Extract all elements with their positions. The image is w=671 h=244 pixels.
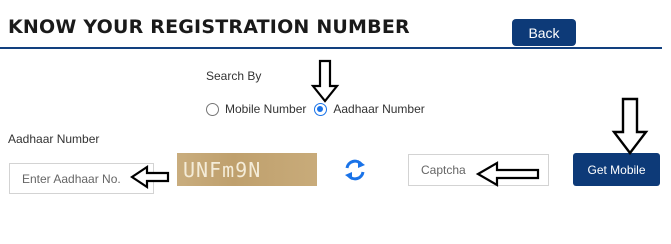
back-button[interactable]: Back — [512, 19, 576, 46]
arrow-icon — [130, 164, 170, 190]
aadhaar-number-radio-label[interactable]: Aadhaar Number — [333, 102, 424, 116]
page-title: KNOW YOUR REGISTRATION NUMBER — [8, 16, 410, 38]
search-by-radio-group: Mobile Number Aadhaar Number — [206, 102, 433, 116]
aadhaar-number-label: Aadhaar Number — [8, 132, 100, 146]
refresh-icon[interactable] — [343, 158, 367, 182]
mobile-number-radio[interactable] — [206, 102, 219, 116]
arrow-icon — [475, 161, 540, 187]
mobile-number-radio-label[interactable]: Mobile Number — [225, 102, 306, 116]
header-divider — [0, 47, 662, 49]
arrow-icon — [310, 59, 340, 103]
search-by-label: Search By — [206, 69, 262, 83]
get-mobile-button[interactable]: Get Mobile — [573, 153, 660, 186]
captcha-image: UNFm9N — [177, 153, 317, 186]
aadhaar-number-radio[interactable] — [314, 102, 328, 116]
arrow-icon — [611, 97, 649, 155]
